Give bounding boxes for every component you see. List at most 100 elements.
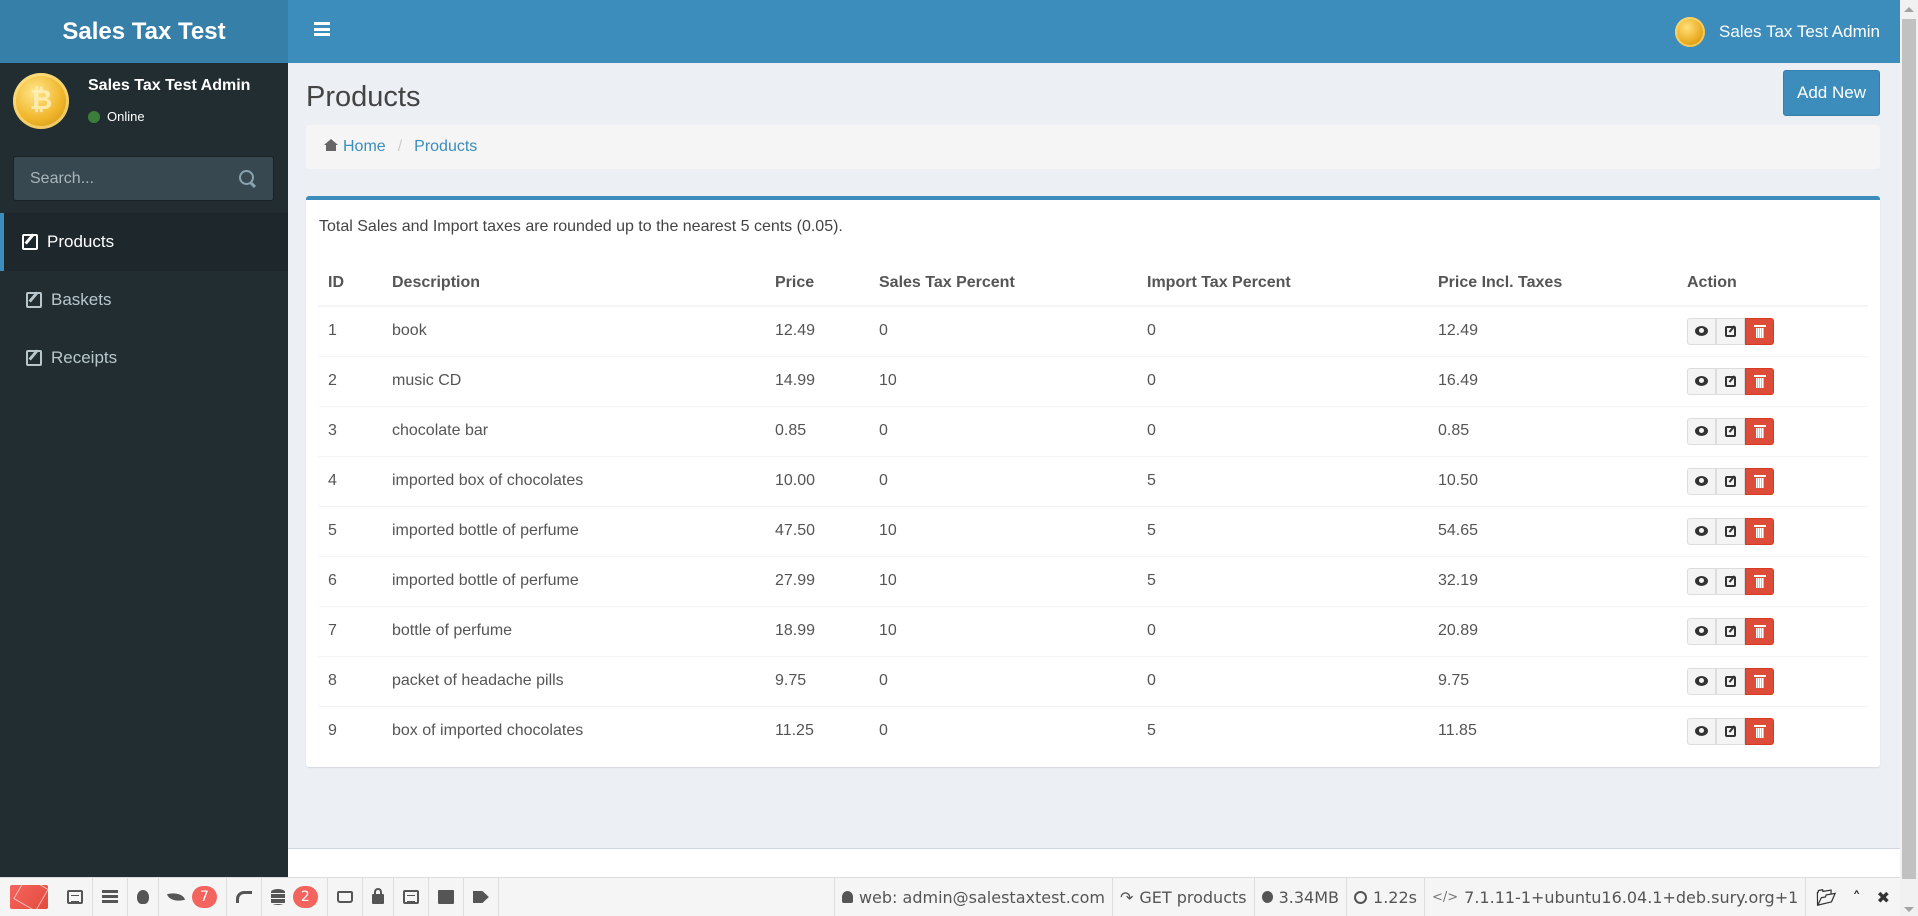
edit-button[interactable] xyxy=(1716,717,1745,745)
column-header-price-incl-taxes[interactable]: Price Incl. Taxes xyxy=(1428,260,1677,307)
delete-button[interactable] xyxy=(1745,417,1774,445)
delete-button[interactable] xyxy=(1745,567,1774,595)
view-button[interactable] xyxy=(1687,367,1716,395)
user-menu[interactable]: Sales Tax Test Admin xyxy=(1675,0,1880,63)
cell-description: book xyxy=(382,305,765,356)
debug-user: web: admin@salestaxtest.com xyxy=(833,878,1112,916)
breadcrumb: Home / Products xyxy=(306,125,1880,169)
cell-price: 12.49 xyxy=(765,305,869,356)
column-header-sales-tax[interactable]: Sales Tax Percent xyxy=(869,260,1137,307)
close-icon[interactable]: ✖ xyxy=(1877,888,1890,907)
code-icon: </> xyxy=(1431,889,1459,905)
action-button-group xyxy=(1687,567,1774,595)
table-row: 9 box of imported chocolates 11.25 0 5 11.85 xyxy=(318,705,1868,756)
leaf-icon xyxy=(166,890,186,904)
cell-description: imported bottle of perfume xyxy=(382,555,765,606)
edit-icon xyxy=(26,292,42,308)
delete-button[interactable] xyxy=(1745,617,1774,645)
scrollbar-thumb[interactable] xyxy=(1902,19,1916,879)
view-button[interactable] xyxy=(1687,717,1716,745)
cell-price: 10.00 xyxy=(765,455,869,506)
view-button[interactable] xyxy=(1687,417,1716,445)
cell-id: 8 xyxy=(318,655,382,706)
column-header-description[interactable]: Description xyxy=(382,260,765,307)
sidebar-item-receipts[interactable]: Receipts xyxy=(0,329,288,387)
delete-button[interactable] xyxy=(1745,367,1774,395)
debug-tab-queries[interactable]: 2 xyxy=(262,878,328,916)
debug-tab-exceptions[interactable] xyxy=(128,878,159,916)
edit-button[interactable] xyxy=(1716,317,1745,345)
cell-id: 1 xyxy=(318,305,382,356)
table-row: 1 book 12.49 0 0 12.49 xyxy=(318,305,1868,356)
debug-tab-session[interactable] xyxy=(429,878,464,916)
eye-icon xyxy=(1695,576,1708,586)
user-status-label: Online xyxy=(107,109,145,124)
cell-actions xyxy=(1677,705,1868,756)
sidebar-item-baskets[interactable]: Baskets xyxy=(0,271,288,329)
delete-button[interactable] xyxy=(1745,517,1774,545)
column-header-id[interactable]: ID xyxy=(318,260,382,307)
debug-tab-gate[interactable] xyxy=(394,878,429,916)
view-button[interactable] xyxy=(1687,517,1716,545)
edit-button[interactable] xyxy=(1716,567,1745,595)
scroll-up-icon[interactable] xyxy=(1904,7,1914,12)
action-button-group xyxy=(1687,667,1774,695)
table-row: 2 music CD 14.99 10 0 16.49 xyxy=(318,355,1868,406)
edit-button[interactable] xyxy=(1716,617,1745,645)
delete-button[interactable] xyxy=(1745,317,1774,345)
action-button-group xyxy=(1687,617,1774,645)
action-button-group xyxy=(1687,317,1774,345)
sidebar-item-products[interactable]: Products xyxy=(0,213,288,271)
cell-actions xyxy=(1677,555,1868,606)
search-icon[interactable] xyxy=(239,169,257,188)
add-new-button[interactable]: Add New xyxy=(1783,70,1880,116)
edit-button[interactable] xyxy=(1716,467,1745,495)
debug-tab-auth[interactable] xyxy=(363,878,394,916)
app-logo[interactable]: Sales Tax Test xyxy=(0,0,288,63)
column-header-import-tax[interactable]: Import Tax Percent xyxy=(1137,260,1428,307)
debug-tab-request[interactable] xyxy=(464,878,499,916)
view-button[interactable] xyxy=(1687,617,1716,645)
sidebar-toggle-icon[interactable] xyxy=(314,22,330,36)
cell-sales-tax: 10 xyxy=(869,505,1137,556)
cell-actions xyxy=(1677,355,1868,406)
edit-button[interactable] xyxy=(1716,517,1745,545)
delete-button[interactable] xyxy=(1745,717,1774,745)
cell-import-tax: 5 xyxy=(1137,555,1428,606)
breadcrumb-home[interactable]: Home xyxy=(324,138,386,156)
edit-icon xyxy=(1725,475,1736,487)
inbox-icon xyxy=(336,891,353,903)
debug-tab-timeline[interactable] xyxy=(93,878,128,916)
debug-tab-messages[interactable] xyxy=(58,878,93,916)
edit-button[interactable] xyxy=(1716,667,1745,695)
edit-button[interactable] xyxy=(1716,367,1745,395)
delete-button[interactable] xyxy=(1745,667,1774,695)
chevron-up-icon[interactable]: ˄ xyxy=(1853,888,1861,907)
laravel-logo-icon[interactable] xyxy=(10,885,48,909)
debug-tab-route[interactable] xyxy=(227,878,262,916)
column-header-price[interactable]: Price xyxy=(765,260,869,307)
view-button[interactable] xyxy=(1687,667,1716,695)
page-scrollbar[interactable] xyxy=(1900,0,1918,916)
edit-icon xyxy=(26,350,42,366)
sidebar-search-input[interactable] xyxy=(30,169,239,188)
column-header-action: Action xyxy=(1677,260,1868,307)
breadcrumb-products[interactable]: Products xyxy=(414,138,477,156)
action-button-group xyxy=(1687,517,1774,545)
products-box: Total Sales and Import taxes are rounded… xyxy=(306,196,1880,767)
debug-tab-views[interactable]: 7 xyxy=(159,878,227,916)
debug-tab-mails[interactable] xyxy=(328,878,363,916)
folder-open-icon[interactable]: 📂︎ xyxy=(1816,888,1836,907)
action-button-group xyxy=(1687,717,1774,745)
sidebar-user-name: Sales Tax Test Admin xyxy=(88,77,251,94)
view-button[interactable] xyxy=(1687,467,1716,495)
edit-button[interactable] xyxy=(1716,417,1745,445)
view-button[interactable] xyxy=(1687,567,1716,595)
view-button[interactable] xyxy=(1687,317,1716,345)
cell-description: imported box of chocolates xyxy=(382,455,765,506)
user-panel: Sales Tax Test Admin Online xyxy=(0,63,288,151)
debug-route-label: GET products xyxy=(1139,887,1247,907)
scroll-down-icon[interactable] xyxy=(1904,907,1914,912)
delete-button[interactable] xyxy=(1745,467,1774,495)
cell-import-tax: 0 xyxy=(1137,355,1428,406)
